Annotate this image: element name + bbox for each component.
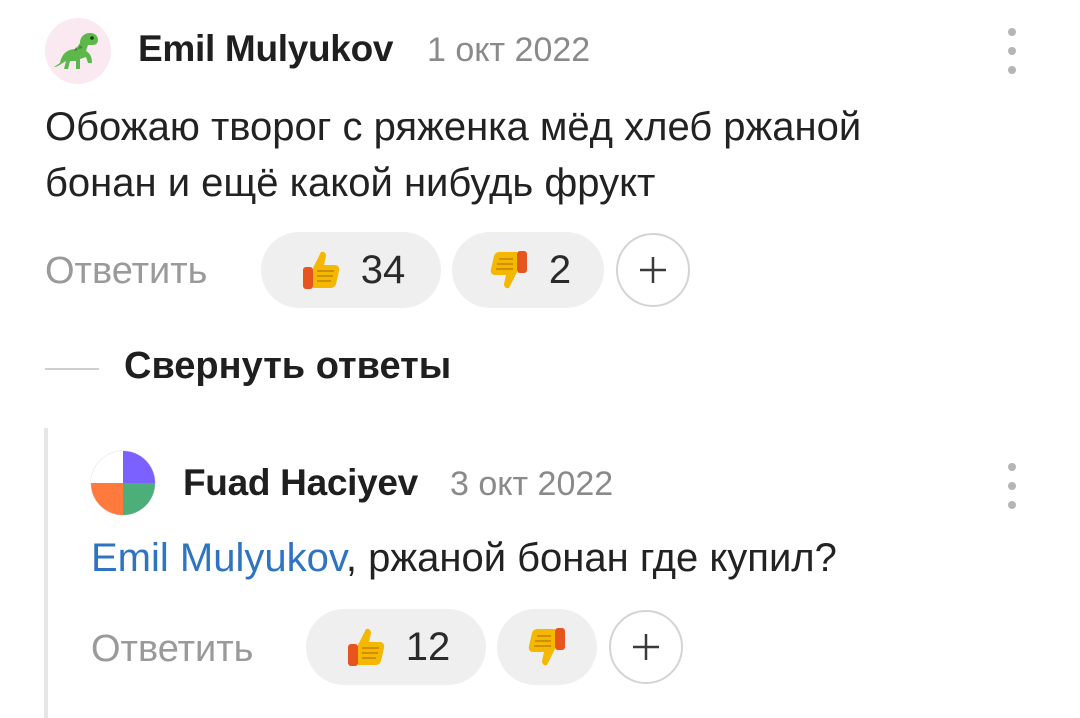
collapse-replies-button[interactable]: Свернуть ответы (124, 345, 451, 388)
like-button[interactable]: 12 (306, 609, 486, 685)
reply-text: Emil Mulyukov, ржаной бонан где купил? (91, 530, 837, 586)
dislike-button[interactable]: 2 (452, 232, 604, 308)
thumbs-up-icon (302, 251, 340, 289)
thread-line (44, 428, 48, 718)
dislike-count: 2 (548, 247, 572, 292)
thumbs-down-icon (490, 251, 527, 289)
comment-date: 1 окт 2022 (427, 31, 591, 69)
comment-text-line: бонан и ещё какой нибудь фрукт (45, 161, 656, 205)
like-count: 12 (405, 624, 451, 669)
reply-button[interactable]: Ответить (91, 628, 253, 671)
thumbs-down-icon (528, 628, 565, 666)
comment: Emil Mulyukov 1 окт 2022 Обожаю творог с… (0, 0, 1080, 320)
comment-text-line: Обожаю творог с ряженка мёд хлеб ржаной (45, 105, 862, 149)
more-options-icon[interactable] (1002, 28, 1022, 74)
author-name[interactable]: Emil Mulyukov (138, 28, 393, 70)
add-reaction-button[interactable] (609, 610, 683, 684)
avatar[interactable] (90, 450, 156, 516)
dinosaur-icon (54, 33, 98, 69)
author-name[interactable]: Fuad Haciyev (183, 462, 418, 504)
reply-button[interactable]: Ответить (45, 250, 207, 293)
divider (45, 368, 99, 370)
dislike-button[interactable] (497, 609, 597, 685)
mention-link[interactable]: Emil Mulyukov (91, 536, 346, 580)
comment-date: 3 окт 2022 (450, 465, 614, 503)
thumbs-up-icon (347, 628, 385, 666)
four-petal-avatar-icon (90, 450, 156, 516)
plus-icon (640, 257, 666, 283)
more-options-icon[interactable] (1002, 463, 1022, 509)
plus-icon (633, 634, 659, 660)
like-count: 34 (360, 247, 406, 292)
comment-text: Обожаю творог с ряженка мёд хлеб ржаной … (45, 99, 861, 211)
like-button[interactable]: 34 (261, 232, 441, 308)
add-reaction-button[interactable] (616, 233, 690, 307)
reply-text-body: , ржаной бонан где купил? (345, 536, 837, 580)
avatar[interactable] (45, 18, 111, 84)
